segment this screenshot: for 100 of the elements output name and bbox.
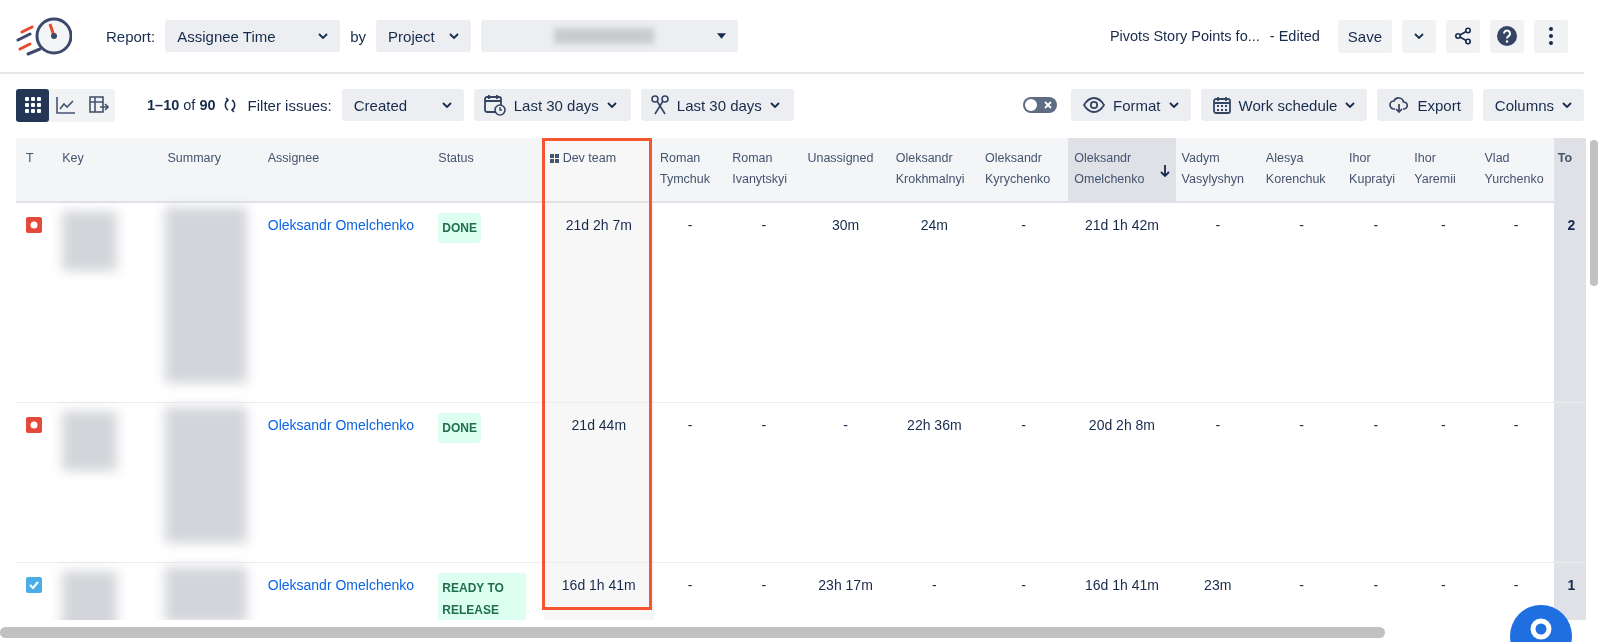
time-value: - bbox=[1299, 575, 1304, 593]
chevron-icon bbox=[1345, 102, 1356, 108]
horizontal-scrollbar[interactable] bbox=[0, 627, 1385, 638]
vertical-scrollbar[interactable] bbox=[1590, 140, 1598, 286]
grid-icon bbox=[23, 96, 42, 114]
time-value: 23m bbox=[1204, 575, 1232, 593]
calendar-clock-icon bbox=[483, 94, 506, 116]
time-value: 23h 17m bbox=[818, 575, 873, 593]
filter-select[interactable]: Created bbox=[341, 89, 464, 121]
assignee-link[interactable]: Oleksandr Omelchenko bbox=[267, 213, 415, 233]
report-label: Report: bbox=[106, 27, 156, 45]
time-value: - bbox=[1441, 415, 1446, 433]
chevron-icon bbox=[1168, 102, 1179, 108]
save-options-button[interactable] bbox=[1402, 19, 1436, 53]
cloud-download-icon bbox=[1389, 97, 1410, 113]
column-header[interactable]: Roman Tymchuk bbox=[654, 138, 727, 202]
date-filter-button[interactable]: Last 30 days bbox=[473, 89, 631, 121]
total-value: 2 bbox=[1567, 216, 1576, 233]
column-header[interactable]: T bbox=[16, 138, 57, 202]
time-value: 21d 2h 7m bbox=[565, 216, 632, 233]
redacted-text bbox=[62, 211, 118, 271]
assignee-link[interactable]: Oleksandr Omelchenko bbox=[267, 412, 415, 433]
time-value: - bbox=[687, 415, 693, 433]
bug-type-icon bbox=[26, 416, 42, 433]
time-value: - bbox=[932, 575, 937, 593]
column-header[interactable]: To bbox=[1553, 138, 1586, 202]
status-badge: READY TO RELEASE bbox=[438, 572, 527, 620]
more-icon bbox=[1549, 27, 1553, 45]
ring-icon bbox=[1529, 617, 1553, 641]
bug-type-icon bbox=[26, 217, 42, 233]
time-value: 16d 1h 41m bbox=[1084, 575, 1159, 593]
time-value: - bbox=[1299, 415, 1304, 433]
time-value: - bbox=[843, 415, 848, 433]
chevron-icon bbox=[1562, 102, 1572, 108]
time-value: 21d 44m bbox=[571, 415, 627, 433]
columns-button[interactable]: Columns bbox=[1482, 89, 1584, 121]
time-value: - bbox=[1373, 216, 1379, 233]
work-schedule-button[interactable]: Work schedule bbox=[1200, 89, 1368, 121]
time-value: - bbox=[687, 575, 693, 593]
column-header[interactable]: Oleksandr Kyrychenko bbox=[979, 138, 1069, 202]
export-button[interactable]: Export bbox=[1377, 89, 1473, 121]
column-header[interactable]: Roman Ivanytskyi bbox=[726, 138, 802, 202]
report-title: Pivots Story Points fo... bbox=[1109, 28, 1260, 44]
format-button[interactable]: Format bbox=[1071, 89, 1191, 121]
time-value: - bbox=[1299, 216, 1304, 233]
scissors-icon bbox=[650, 95, 669, 115]
assignee-link[interactable]: Oleksandr Omelchenko bbox=[267, 572, 415, 593]
chevron-icon bbox=[769, 102, 780, 108]
chevron-icon bbox=[1414, 33, 1424, 39]
chevron-icon bbox=[441, 102, 452, 108]
toggle-switch[interactable] bbox=[1023, 97, 1057, 113]
pivot-table-icon bbox=[88, 96, 109, 114]
help-button[interactable] bbox=[1490, 19, 1524, 53]
chevron-icon bbox=[606, 102, 617, 108]
time-value: 24m bbox=[920, 216, 948, 233]
time-value: - bbox=[761, 575, 767, 593]
column-header[interactable]: Ihor Yaremii bbox=[1408, 138, 1479, 202]
time-value: - bbox=[1441, 575, 1446, 593]
calendar-icon bbox=[1212, 96, 1231, 114]
task-type-icon bbox=[26, 576, 42, 593]
date-filter-button[interactable]: Last 30 days bbox=[640, 89, 794, 121]
time-value: 30m bbox=[831, 216, 860, 233]
column-header[interactable]: Vadym Vasylyshyn bbox=[1175, 138, 1260, 202]
column-header[interactable]: Status bbox=[432, 138, 544, 202]
redacted-text bbox=[62, 410, 118, 471]
time-value: - bbox=[1021, 415, 1026, 433]
column-header[interactable]: Assignee bbox=[261, 138, 433, 202]
more-menu-button[interactable] bbox=[1534, 19, 1568, 53]
total-value: 1 bbox=[1567, 575, 1576, 593]
help-icon bbox=[1496, 25, 1518, 47]
time-value: - bbox=[1021, 575, 1026, 593]
share-icon bbox=[1454, 27, 1472, 45]
by-label: by bbox=[350, 27, 367, 45]
time-value: - bbox=[1215, 415, 1221, 433]
time-value: - bbox=[1441, 216, 1446, 233]
chevron-icon bbox=[449, 33, 460, 39]
time-value: - bbox=[761, 415, 767, 433]
time-value: - bbox=[1513, 575, 1519, 593]
time-value: 21d 1h 42m bbox=[1084, 216, 1159, 233]
column-header[interactable]: Key bbox=[56, 138, 162, 202]
column-header[interactable]: Ihor Kupratyi bbox=[1343, 138, 1409, 202]
issue-count: 1–10 of 90 bbox=[147, 97, 216, 113]
time-value: - bbox=[1513, 415, 1519, 433]
column-header[interactable]: Unassigned bbox=[801, 138, 890, 202]
time-value: 20d 2h 8m bbox=[1088, 415, 1155, 433]
column-header[interactable]: Oleksandr Omelchenko bbox=[1068, 138, 1176, 202]
column-header[interactable]: Vlad Yurchenko bbox=[1478, 138, 1554, 202]
time-value: - bbox=[1373, 415, 1379, 433]
column-header[interactable]: Alesya Korenchuk bbox=[1259, 138, 1344, 202]
eye-icon bbox=[1083, 97, 1105, 113]
sort-arrow-icon bbox=[1159, 164, 1170, 178]
edited-label: - Edited bbox=[1269, 28, 1320, 44]
report-select[interactable]: Assignee Time bbox=[165, 20, 341, 52]
column-header[interactable]: Summary bbox=[161, 138, 262, 202]
share-button[interactable] bbox=[1446, 19, 1480, 53]
status-badge: DONE bbox=[438, 213, 481, 243]
column-header[interactable]: Oleksandr Krokhmalnyi bbox=[889, 138, 979, 202]
save-button[interactable]: Save bbox=[1337, 19, 1392, 53]
group-select[interactable]: Project bbox=[376, 20, 472, 52]
view-mode-button[interactable] bbox=[16, 88, 49, 122]
